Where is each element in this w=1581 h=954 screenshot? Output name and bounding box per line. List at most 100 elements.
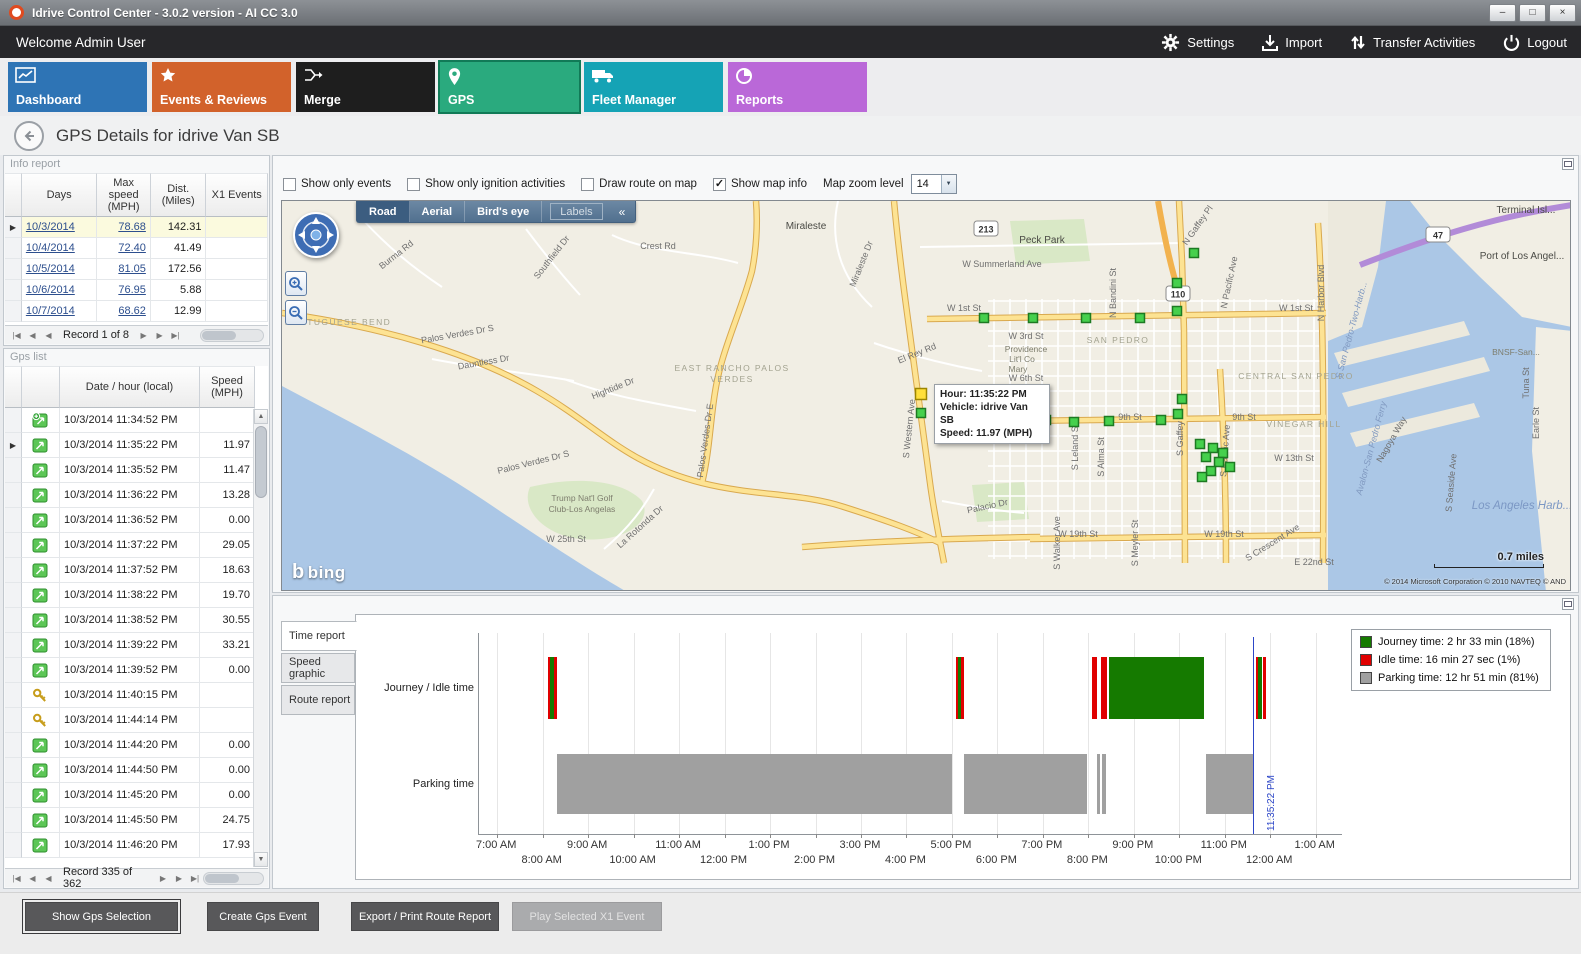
list-item[interactable]: 10/3/2014 11:36:22 PM13.28	[5, 483, 268, 508]
zoom-in-button[interactable]	[285, 271, 307, 296]
list-item[interactable]: 10/3/2014 11:44:20 PM0.00	[5, 733, 268, 758]
table-row[interactable]: 10/5/201481.05172.56	[5, 259, 268, 280]
map-option-1[interactable]: Show only events	[283, 178, 391, 191]
nav-tile-events[interactable]: Events & Reviews	[152, 62, 291, 112]
gps-marker[interactable]	[1029, 314, 1038, 323]
map-zoom-level-select[interactable]: 14▼	[911, 174, 957, 194]
gps-marker[interactable]	[1157, 416, 1166, 425]
grid-header-cell[interactable]: Dist. (Miles)	[151, 173, 207, 217]
tab-route-report[interactable]: Route report	[281, 685, 355, 715]
pager-prev-button[interactable]: ◀	[41, 871, 56, 886]
gps-marker[interactable]	[1178, 395, 1187, 404]
gps-marker[interactable]	[1105, 417, 1114, 426]
gps-marker[interactable]	[917, 409, 926, 418]
checkbox-icon[interactable]	[581, 178, 594, 191]
pager-scrollbar[interactable]	[200, 329, 264, 342]
checkbox-icon[interactable]	[407, 178, 420, 191]
map-style-tab-bird-s-eye[interactable]: Bird's eye	[465, 201, 542, 222]
settings-button[interactable]: Settings	[1161, 33, 1234, 52]
max-speed-link[interactable]: 76.95	[118, 284, 146, 296]
day-link[interactable]: 10/7/2014	[26, 305, 75, 317]
collapse-map-panel-button[interactable]	[1562, 158, 1574, 170]
gps-marker[interactable]	[980, 314, 989, 323]
pager-prev-button[interactable]: ◀	[41, 328, 56, 343]
gps-marker[interactable]	[1190, 249, 1199, 258]
list-item[interactable]: 10/3/2014 11:40:15 PM	[5, 683, 268, 708]
day-link[interactable]: 10/3/2014	[26, 221, 75, 233]
minimize-button[interactable]: –	[1489, 4, 1516, 22]
day-link[interactable]: 10/5/2014	[26, 263, 75, 275]
collapse-chart-panel-button[interactable]	[1562, 598, 1574, 610]
gps-marker[interactable]	[1207, 467, 1216, 476]
checkbox-icon[interactable]	[283, 178, 296, 191]
gps-marker[interactable]	[1198, 473, 1207, 482]
map-option-4[interactable]: ✓Show map info	[713, 178, 807, 191]
day-link[interactable]: 10/4/2014	[26, 242, 75, 254]
tab-speed-graphic[interactable]: Speed graphic	[281, 653, 355, 683]
list-item[interactable]: 10/3/2014 11:37:52 PM18.63	[5, 558, 268, 583]
nav-tile-merge[interactable]: Merge	[296, 62, 435, 112]
list-item[interactable]: 10/3/2014 11:34:52 PM	[5, 408, 268, 433]
scrollbar-thumb[interactable]	[202, 331, 236, 340]
scrollbar-thumb[interactable]	[205, 874, 239, 883]
map[interactable]: RoadAerialBird's eyeLabels«	[281, 200, 1571, 591]
gps-marker[interactable]	[1174, 410, 1183, 419]
nav-tile-dashboard[interactable]: Dashboard	[8, 62, 147, 112]
gps-marker[interactable]	[1173, 307, 1182, 316]
map-option-2[interactable]: Show only ignition activities	[407, 178, 565, 191]
import-button[interactable]: Import	[1262, 34, 1322, 51]
list-item[interactable]: 10/3/2014 11:37:22 PM29.05	[5, 533, 268, 558]
show-gps-selection-button[interactable]: Show Gps Selection	[25, 902, 178, 931]
scroll-down-icon[interactable]: ▼	[254, 852, 268, 867]
pager-first-button[interactable]: |◀	[9, 328, 24, 343]
map-style-tab-labels[interactable]: Labels	[550, 203, 602, 220]
max-speed-link[interactable]: 81.05	[118, 263, 146, 275]
grid-header-cell[interactable]: Max speed (MPH)	[97, 173, 151, 217]
pager-next-button[interactable]: ▶	[152, 328, 167, 343]
gps-marker[interactable]	[1209, 444, 1218, 453]
gps-marker[interactable]	[1173, 279, 1182, 288]
list-item[interactable]: 10/3/2014 11:35:52 PM11.47	[5, 458, 268, 483]
scrollbar-thumb[interactable]	[255, 426, 267, 498]
gps-marker[interactable]	[1196, 440, 1205, 449]
map-option-3[interactable]: Draw route on map	[581, 178, 697, 191]
day-link[interactable]: 10/6/2014	[26, 284, 75, 296]
gps-marker[interactable]	[1082, 314, 1091, 323]
chevron-down-icon[interactable]: ▼	[941, 175, 956, 193]
maximize-button[interactable]: □	[1519, 4, 1546, 22]
max-speed-link[interactable]: 78.68	[118, 221, 146, 233]
zoom-out-button[interactable]	[285, 300, 307, 325]
back-button[interactable]	[14, 121, 44, 151]
pager-last-button[interactable]: ▶|	[168, 328, 183, 343]
grid-header-cell[interactable]: X1 Events	[206, 173, 268, 217]
list-item[interactable]: 10/3/2014 11:45:20 PM0.00	[5, 783, 268, 808]
gps-marker[interactable]	[1226, 463, 1235, 472]
pager-first-button[interactable]: |◀	[9, 871, 24, 886]
pager-next-button[interactable]: ▶	[136, 328, 151, 343]
list-item[interactable]: 10/3/2014 11:46:20 PM17.93	[5, 833, 268, 858]
list-item[interactable]: 10/3/2014 11:36:52 PM0.00	[5, 508, 268, 533]
grid-header-cell[interactable]: Date / hour (local)	[60, 366, 200, 408]
table-row[interactable]: 10/4/201472.4041.49	[5, 238, 268, 259]
nav-tile-reports[interactable]: Reports	[728, 62, 867, 112]
gps-marker-selected[interactable]	[916, 389, 927, 400]
map-tabbar-collapse-button[interactable]: «	[609, 201, 636, 222]
transfer-button[interactable]: Transfer Activities	[1350, 34, 1475, 51]
list-item[interactable]: 10/3/2014 11:44:50 PM0.00	[5, 758, 268, 783]
list-item[interactable]: 10/3/2014 11:44:14 PM	[5, 708, 268, 733]
map-compass-control[interactable]	[292, 211, 340, 264]
list-item[interactable]: 10/3/2014 11:39:22 PM33.21	[5, 633, 268, 658]
max-speed-link[interactable]: 72.40	[118, 242, 146, 254]
gps-marker[interactable]	[1070, 418, 1079, 427]
table-row[interactable]: 10/7/201468.6212.99	[5, 301, 268, 322]
list-item[interactable]: 10/3/2014 11:39:52 PM0.00	[5, 658, 268, 683]
nav-tile-fleet[interactable]: Fleet Manager	[584, 62, 723, 112]
nav-tile-gps[interactable]: GPS	[440, 62, 579, 112]
pager-scrollbar[interactable]	[203, 872, 264, 885]
logout-button[interactable]: Logout	[1503, 34, 1567, 51]
export-print-route-report-button[interactable]: Export / Print Route Report	[351, 902, 499, 931]
pager-prev-button[interactable]: ◀	[25, 328, 40, 343]
grid-header-cell[interactable]: Speed (MPH)	[200, 366, 255, 408]
scroll-up-icon[interactable]: ▲	[254, 409, 268, 424]
create-gps-event-button[interactable]: Create Gps Event	[207, 902, 319, 931]
